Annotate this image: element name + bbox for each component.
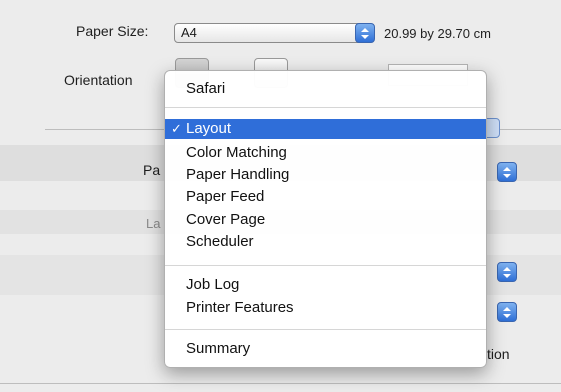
menu-item-label: Printer Features — [186, 299, 294, 316]
checkmark-icon: ✓ — [171, 121, 182, 136]
menu-item-printer-features[interactable]: Printer Features — [165, 298, 486, 318]
partial-label-pa: Pa — [143, 162, 161, 178]
menu-item-summary[interactable]: Summary — [165, 339, 486, 359]
up-down-arrows-icon[interactable] — [497, 302, 517, 322]
up-down-arrows-icon[interactable] — [497, 162, 517, 182]
menu-item-cover-page[interactable]: Cover Page — [165, 210, 486, 230]
paper-size-popup[interactable]: A4 — [174, 23, 374, 43]
divider — [45, 129, 165, 130]
menu-separator — [165, 265, 486, 266]
orientation-label: Orientation — [64, 72, 133, 88]
menu-item-label: Summary — [186, 340, 251, 357]
menu-item-label: Color Matching — [186, 144, 287, 161]
menu-item-label: Cover Page — [186, 211, 266, 228]
menu-item-label: Paper Feed — [186, 188, 265, 205]
paper-size-dimensions: 20.99 by 29.70 cm — [384, 26, 491, 41]
up-down-arrows-icon[interactable] — [497, 262, 517, 282]
menu-item-color-matching[interactable]: Color Matching — [165, 143, 486, 163]
paper-size-label: Paper Size: — [76, 23, 149, 39]
menu-separator — [165, 107, 486, 108]
menu-item-label: Job Log — [186, 276, 240, 293]
paper-size-value: A4 — [181, 25, 197, 40]
divider — [0, 383, 561, 384]
menu-item-job-log[interactable]: Job Log — [165, 275, 486, 295]
menu-item-scheduler[interactable]: Scheduler — [165, 232, 486, 252]
menu-item-label: Layout — [186, 120, 232, 137]
menu-item-paper-handling[interactable]: Paper Handling — [165, 165, 486, 185]
menu-item-safari[interactable]: Safari — [165, 79, 486, 99]
menu-item-label: Paper Handling — [186, 166, 290, 183]
menu-separator — [165, 329, 486, 330]
partial-label-la: La — [146, 216, 161, 231]
menu-item-layout[interactable]: ✓ Layout — [165, 119, 486, 139]
up-down-arrows-icon[interactable] — [355, 23, 375, 43]
menu-item-label: Safari — [186, 80, 226, 97]
partial-label-tion: tion — [487, 346, 510, 362]
menu-item-label: Scheduler — [186, 233, 254, 250]
panel-menu: Safari ✓ Layout Color Matching Paper Han… — [164, 70, 487, 368]
menu-item-paper-feed[interactable]: Paper Feed — [165, 187, 486, 207]
